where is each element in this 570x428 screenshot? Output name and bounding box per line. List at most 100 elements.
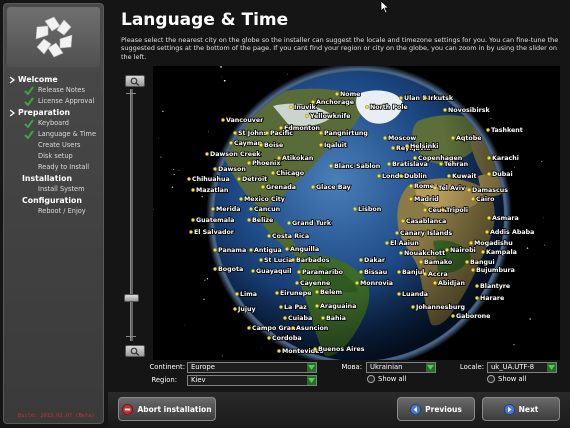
city-label[interactable]: Araguaina xyxy=(319,302,357,311)
city-label[interactable]: Chicago xyxy=(275,169,305,178)
abort-installation-button[interactable]: Abort installation xyxy=(118,397,216,421)
city-marker[interactable] xyxy=(411,305,415,309)
show-all-languages-radio[interactable]: Show all xyxy=(367,375,406,383)
city-label[interactable]: Tripoli xyxy=(445,206,469,215)
city-label[interactable]: Glace Bay xyxy=(315,183,351,192)
city-marker[interactable] xyxy=(439,162,443,166)
city-label[interactable]: Canary Islands xyxy=(399,229,453,238)
city-label[interactable]: Banjul xyxy=(401,268,425,277)
city-label[interactable]: Lisbon xyxy=(357,205,382,214)
city-marker[interactable] xyxy=(445,248,449,252)
city-label[interactable]: Tehran xyxy=(443,160,469,169)
city-marker[interactable] xyxy=(423,208,427,212)
city-label[interactable]: Panama xyxy=(217,246,247,255)
show-all-locales-radio[interactable]: Show all xyxy=(487,375,526,383)
continent-combo[interactable]: Europe xyxy=(187,362,317,373)
city-label[interactable]: Detroit xyxy=(241,175,268,184)
city-marker[interactable] xyxy=(311,185,315,189)
city-marker[interactable] xyxy=(315,304,319,308)
city-label[interactable]: Dubai xyxy=(491,170,513,179)
city-label[interactable]: Costa Rica xyxy=(271,232,310,241)
city-label[interactable]: Johannesburg xyxy=(414,303,466,312)
city-marker[interactable] xyxy=(405,144,409,148)
city-label[interactable]: Helsinki xyxy=(409,142,439,151)
city-marker[interactable] xyxy=(275,291,279,295)
city-marker[interactable] xyxy=(469,241,473,245)
city-marker[interactable] xyxy=(259,143,263,147)
city-label[interactable]: Bahia xyxy=(325,314,347,323)
city-label[interactable]: Accra xyxy=(427,270,448,279)
city-marker[interactable] xyxy=(409,197,413,201)
city-marker[interactable] xyxy=(189,230,193,234)
city-marker[interactable] xyxy=(433,186,437,190)
city-marker[interactable] xyxy=(261,185,265,189)
city-marker[interactable] xyxy=(319,143,323,147)
city-marker[interactable] xyxy=(221,118,225,122)
city-label[interactable]: Nouakchott xyxy=(403,249,446,258)
city-label[interactable]: Dakar xyxy=(363,256,387,265)
city-marker[interactable] xyxy=(249,207,253,211)
city-label[interactable]: Blanc-Sablon xyxy=(333,162,381,171)
city-marker[interactable] xyxy=(433,281,437,285)
locale-combo[interactable]: uk_UA.UTF-8 xyxy=(487,362,557,373)
city-marker[interactable] xyxy=(487,156,491,160)
city-label[interactable]: Iqaluit xyxy=(323,141,348,150)
city-marker[interactable] xyxy=(465,260,469,264)
globe-map[interactable]: Nome Ulan Bator Irkutsk Inuvik Anchorage Nort… xyxy=(153,66,560,360)
city-marker[interactable] xyxy=(387,162,391,166)
city-marker[interactable] xyxy=(271,171,275,175)
city-marker[interactable] xyxy=(395,231,399,235)
city-marker[interactable] xyxy=(287,221,291,225)
city-marker[interactable] xyxy=(423,96,427,100)
city-label[interactable]: Bamako xyxy=(423,258,453,267)
city-label[interactable]: Barbados xyxy=(295,256,330,265)
city-label[interactable]: Bujumbura xyxy=(475,266,515,275)
city-label[interactable]: Mazatlan xyxy=(195,186,229,195)
city-label[interactable]: Asmara xyxy=(491,214,519,223)
city-label[interactable]: Addis Ababa xyxy=(489,228,535,237)
city-label[interactable]: Cordoba xyxy=(271,334,302,343)
city-marker[interactable] xyxy=(451,136,455,140)
city-label[interactable]: Anguilla xyxy=(289,245,320,254)
zoom-slider-track[interactable] xyxy=(130,89,133,341)
city-label[interactable]: Bangui xyxy=(469,258,495,267)
city-label[interactable]: Atikokan xyxy=(281,154,314,163)
city-label[interactable]: Buenos Aires xyxy=(317,345,365,354)
radio-button[interactable] xyxy=(367,375,375,383)
city-marker[interactable] xyxy=(247,161,251,165)
city-label[interactable]: Bissau xyxy=(363,268,388,277)
city-label[interactable]: Antigua xyxy=(253,246,282,255)
city-marker[interactable] xyxy=(399,251,403,255)
city-marker[interactable] xyxy=(321,316,325,320)
city-label[interactable]: Casablanca xyxy=(405,217,447,226)
city-marker[interactable] xyxy=(233,131,237,135)
city-label[interactable]: Monrovia xyxy=(359,279,394,288)
city-marker[interactable] xyxy=(205,152,209,156)
city-label[interactable]: Boise xyxy=(263,141,284,150)
city-marker[interactable] xyxy=(211,207,215,211)
city-marker[interactable] xyxy=(377,174,381,178)
city-marker[interactable] xyxy=(365,105,369,109)
city-label[interactable]: Damascus xyxy=(471,186,509,195)
city-marker[interactable] xyxy=(391,146,395,150)
city-label[interactable]: Cuiaba xyxy=(287,314,313,323)
city-label[interactable]: Guayaquil xyxy=(255,267,292,276)
city-label[interactable]: Kuwait xyxy=(451,172,477,181)
city-label[interactable]: La Paz xyxy=(283,303,308,312)
city-marker[interactable] xyxy=(247,218,251,222)
city-label[interactable]: Karachi xyxy=(491,154,519,163)
city-marker[interactable] xyxy=(265,131,269,135)
previous-button[interactable]: Previous xyxy=(397,397,475,421)
city-label[interactable]: Harare xyxy=(479,294,505,303)
city-marker[interactable] xyxy=(267,336,271,340)
city-marker[interactable] xyxy=(475,296,479,300)
city-marker[interactable] xyxy=(239,197,243,201)
city-marker[interactable] xyxy=(399,96,403,100)
city-marker[interactable] xyxy=(249,248,253,252)
city-marker[interactable] xyxy=(233,307,237,311)
city-label[interactable]: Nome xyxy=(339,90,361,99)
city-marker[interactable] xyxy=(229,141,233,145)
city-label[interactable]: Cairo xyxy=(475,195,496,204)
city-marker[interactable] xyxy=(213,267,217,271)
city-label[interactable]: Jujuy xyxy=(236,305,256,314)
